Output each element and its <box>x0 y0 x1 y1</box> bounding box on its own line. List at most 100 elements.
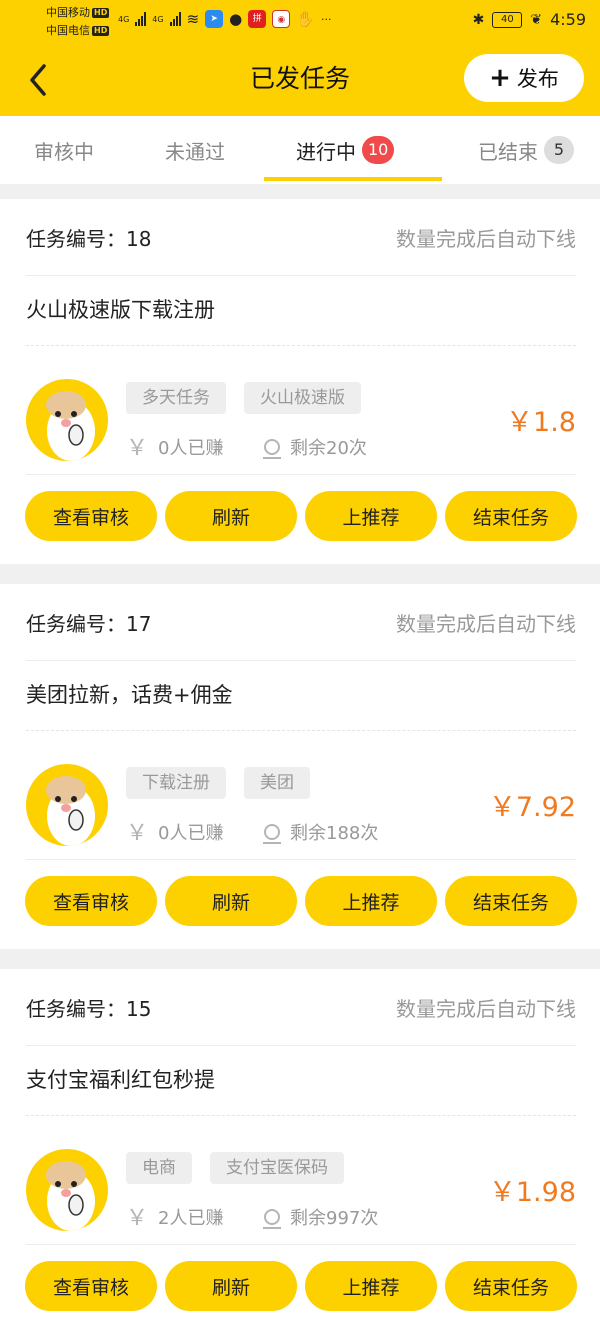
carrier-2: 中国电信 <box>46 24 90 37</box>
pinduoduo-icon: 拼 <box>248 10 267 28</box>
task-number: 任务编号：18 <box>26 227 152 251</box>
end-task-button[interactable]: 结束任务 <box>445 491 577 541</box>
end-task-button[interactable]: 结束任务 <box>445 876 577 926</box>
task-actions: 查看审核 刷新 上推荐 结束任务 <box>25 491 577 541</box>
earned-count: ￥ 2人已赚 <box>126 1206 223 1232</box>
refresh-button[interactable]: 刷新 <box>165 1261 297 1311</box>
tab-label: 审核中 <box>34 139 94 164</box>
bluetooth-icon: ✱ <box>472 11 485 28</box>
earned-text: 0人已赚 <box>158 823 224 844</box>
view-review-button[interactable]: 查看审核 <box>25 491 157 541</box>
tab-reviewing[interactable]: 审核中 <box>34 116 94 184</box>
tag: 多天任务 <box>126 382 226 414</box>
tag: 下载注册 <box>126 767 226 799</box>
clock-time: 4:59 <box>550 10 586 29</box>
signal-icon <box>169 12 181 26</box>
divider <box>26 1045 576 1046</box>
network-label: 4G <box>152 14 164 24</box>
chat-bubble-icon: ● <box>229 10 243 28</box>
tag: 火山极速版 <box>244 382 361 414</box>
refresh-button[interactable]: 刷新 <box>165 876 297 926</box>
task-price: ￥7.92 <box>488 792 576 823</box>
remaining-count: 剩余188次 <box>263 821 379 847</box>
divider <box>26 275 576 276</box>
divider <box>26 1244 576 1245</box>
tag: 支付宝医保码 <box>210 1152 344 1184</box>
tab-label: 进行中 <box>296 139 356 164</box>
yen-icon: ￥ <box>126 1206 149 1231</box>
status-icons: 4G 4G ≋ ➤ ● 拼 ◉ ✋ ··· <box>118 10 331 28</box>
app-notification-icon: ➤ <box>205 10 224 28</box>
remaining-text: 剩余188次 <box>290 823 379 844</box>
wifi-icon: ≋ <box>186 10 200 28</box>
divider <box>26 345 576 346</box>
count-badge: 5 <box>544 136 574 164</box>
avatar <box>26 764 108 846</box>
person-icon <box>263 1209 281 1229</box>
task-actions: 查看审核 刷新 上推荐 结束任务 <box>25 1261 577 1311</box>
app-notification-icon: ◉ <box>272 10 291 28</box>
carrier-info: 中国移动 HD 中国电信 HD <box>46 4 110 40</box>
view-review-button[interactable]: 查看审核 <box>25 876 157 926</box>
active-tab-indicator <box>264 177 442 181</box>
task-card: 任务编号：18 数量完成后自动下线 火山极速版下载注册 多天任务 火山极速版 ￥… <box>0 199 600 564</box>
hamster-avatar-icon <box>46 776 95 846</box>
yen-icon: ￥ <box>126 821 149 846</box>
remaining-count: 剩余20次 <box>263 436 367 462</box>
tag: 美团 <box>244 767 310 799</box>
task-tags: 下载注册 美团 <box>126 767 310 799</box>
view-review-button[interactable]: 查看审核 <box>25 1261 157 1311</box>
task-tags: 多天任务 火山极速版 <box>126 382 361 414</box>
network-label: 4G <box>118 14 130 24</box>
hand-icon: ✋ <box>296 10 315 28</box>
earned-count: ￥ 0人已赚 <box>126 821 223 847</box>
status-tabs: 审核中 未通过 进行中 10 已结束 5 <box>0 116 600 184</box>
task-price: ￥1.98 <box>488 1177 576 1208</box>
hamster-avatar-icon <box>46 1161 95 1231</box>
earned-text: 2人已赚 <box>158 1208 224 1229</box>
avatar <box>26 379 108 461</box>
task-tags: 电商 支付宝医保码 <box>126 1152 344 1184</box>
divider <box>26 730 576 731</box>
task-status-note: 数量完成后自动下线 <box>396 227 576 251</box>
signal-icon <box>135 12 147 26</box>
recommend-button[interactable]: 上推荐 <box>305 1261 437 1311</box>
task-title: 火山极速版下载注册 <box>26 298 215 322</box>
more-notifications-icon: ··· <box>320 12 332 26</box>
recommend-button[interactable]: 上推荐 <box>305 876 437 926</box>
task-number: 任务编号：15 <box>26 997 152 1021</box>
tab-in-progress[interactable]: 进行中 10 <box>296 116 395 184</box>
divider <box>26 660 576 661</box>
end-task-button[interactable]: 结束任务 <box>445 1261 577 1311</box>
tab-ended[interactable]: 已结束 5 <box>478 116 574 184</box>
divider <box>26 1115 576 1116</box>
task-card: 任务编号：15 数量完成后自动下线 支付宝福利红包秒提 电商 支付宝医保码 ￥ … <box>0 969 600 1333</box>
tab-rejected[interactable]: 未通过 <box>165 116 225 184</box>
refresh-button[interactable]: 刷新 <box>165 491 297 541</box>
leaf-icon: ❦ <box>530 11 543 28</box>
recommend-button[interactable]: 上推荐 <box>305 491 437 541</box>
hd-badge: HD <box>92 8 110 18</box>
status-bar: 中国移动 HD 中国电信 HD 4G 4G ≋ ➤ ● 拼 ◉ ✋ ··· ✱ 40… <box>0 0 600 44</box>
plus-icon: + <box>489 63 511 93</box>
task-title: 支付宝福利红包秒提 <box>26 1068 215 1092</box>
divider <box>26 859 576 860</box>
earned-text: 0人已赚 <box>158 438 224 459</box>
publish-label: 发布 <box>516 67 559 91</box>
tab-label: 未通过 <box>165 139 225 164</box>
task-status-note: 数量完成后自动下线 <box>396 612 576 636</box>
earned-count: ￥ 0人已赚 <box>126 436 223 462</box>
status-right: ✱ 40 ❦ 4:59 <box>473 10 586 29</box>
nav-bar: 已发任务 + 发布 <box>0 44 600 116</box>
tab-label: 已结束 <box>478 139 538 164</box>
task-actions: 查看审核 刷新 上推荐 结束任务 <box>25 876 577 926</box>
remaining-text: 剩余20次 <box>290 438 367 459</box>
person-icon <box>263 439 281 459</box>
hd-badge: HD <box>92 26 110 36</box>
divider <box>26 474 576 475</box>
task-title: 美团拉新，话费+佣金 <box>26 683 233 707</box>
yen-icon: ￥ <box>126 436 149 461</box>
task-price: ￥1.8 <box>506 407 576 438</box>
task-card: 任务编号：17 数量完成后自动下线 美团拉新，话费+佣金 下载注册 美团 ￥ 0… <box>0 584 600 949</box>
publish-button[interactable]: + 发布 <box>464 54 584 102</box>
